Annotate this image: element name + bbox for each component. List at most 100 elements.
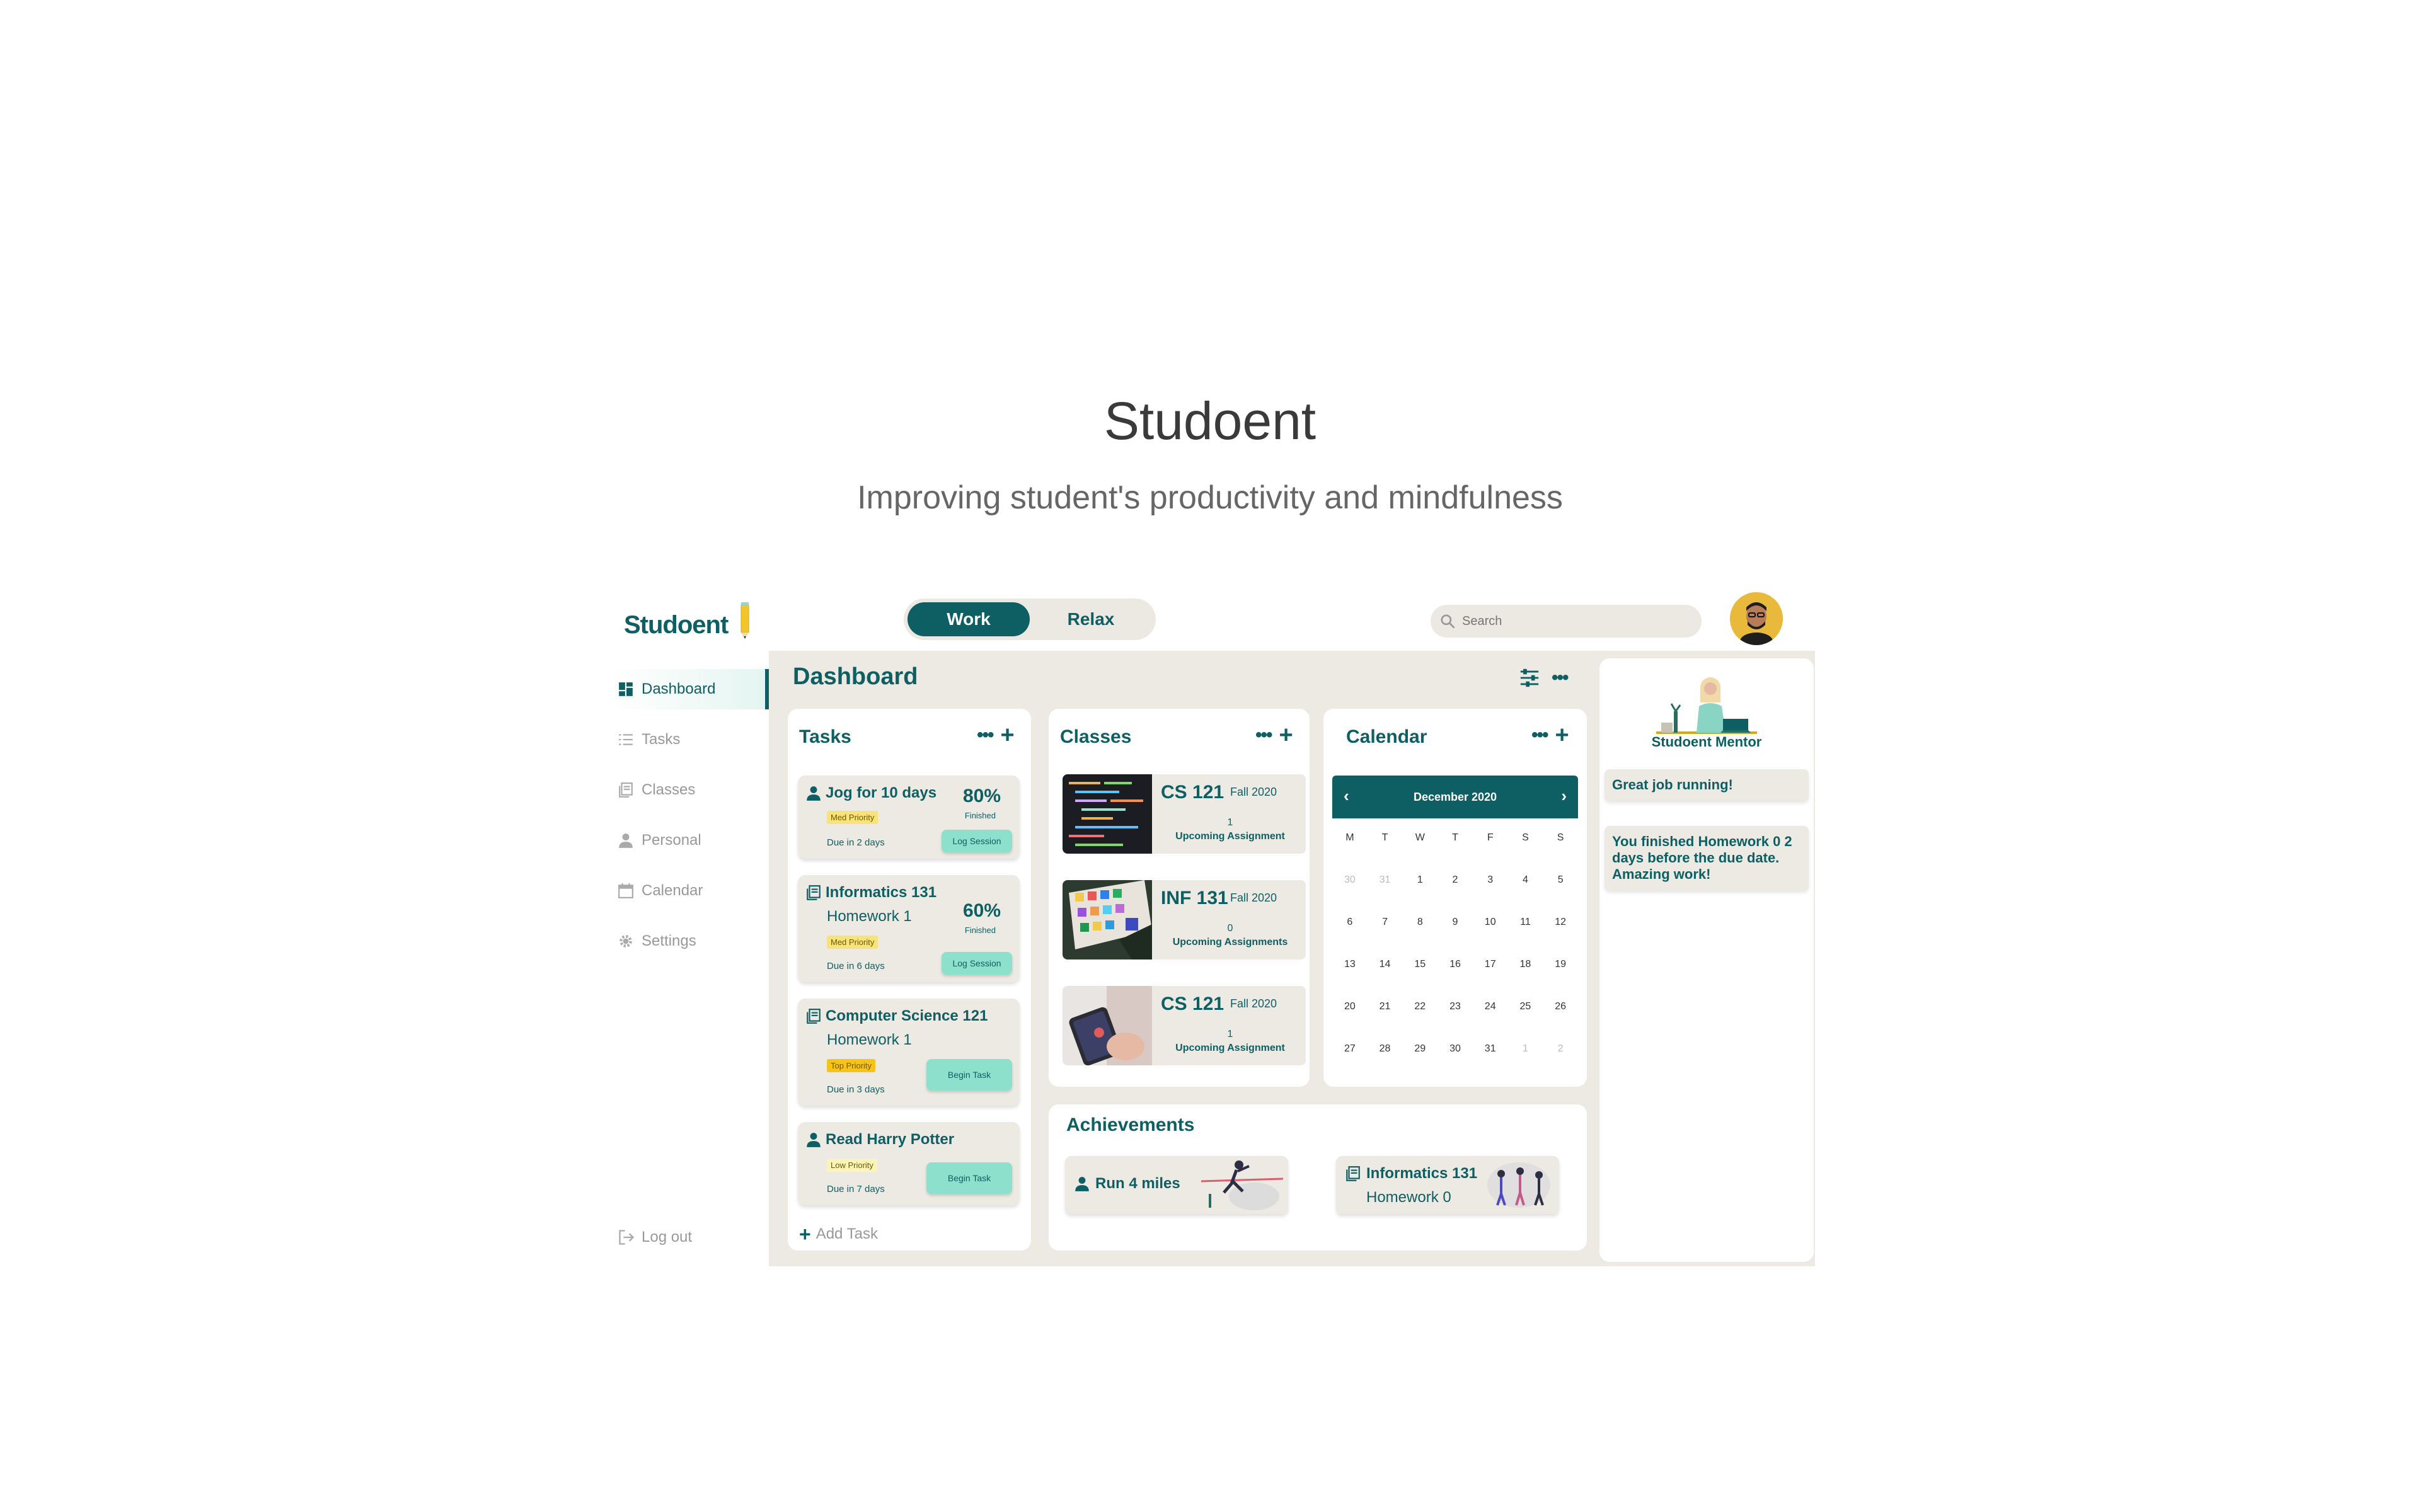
calendar-day[interactable]: 15 [1402,949,1438,991]
relax-mode-button[interactable]: Relax [1030,602,1152,636]
calendar-day[interactable]: 25 [1508,991,1543,1033]
search-input[interactable] [1461,613,1690,629]
next-month-icon[interactable]: › [1561,776,1567,816]
calendar-day[interactable]: 18 [1508,949,1543,991]
log-session-button[interactable]: Log Session [942,952,1012,975]
calendar-weekday: T [1452,832,1458,843]
achievement-card[interactable]: Run 4 miles [1065,1156,1288,1214]
priority-badge: Low Priority [827,1159,877,1172]
calendar-day[interactable]: 12 [1543,907,1578,949]
person-icon [807,786,821,801]
calendar-day[interactable]: 1 [1402,864,1438,907]
calendar-day[interactable]: 10 [1473,907,1508,949]
calendar-header: ‹ December 2020 › [1332,776,1578,818]
search-bar[interactable] [1431,605,1702,638]
more-options-icon[interactable]: ••• [1552,668,1569,687]
progress-percent: 60% [962,900,1001,921]
calendar-day[interactable]: 28 [1368,1033,1403,1075]
tasks-add-icon[interactable]: + [1001,723,1015,747]
tasks-more-icon[interactable]: ••• [977,726,994,745]
task-card[interactable]: Jog for 10 days Med Priority Due in 2 da… [798,776,1020,859]
calendar-day[interactable]: 19 [1543,949,1578,991]
due-text: Due in 3 days [827,1084,885,1095]
calendar-day[interactable]: 8 [1402,907,1438,949]
add-task-label: Add Task [815,1225,878,1242]
calendar-day[interactable]: 23 [1438,991,1473,1033]
class-term: Fall 2020 [1230,891,1277,904]
avatar-image [1730,592,1783,645]
calendar-day[interactable]: 16 [1438,949,1473,991]
person-icon [1075,1177,1089,1191]
achievement-card[interactable]: Informatics 131 Homework 0 [1336,1156,1559,1214]
calendar-day[interactable]: 29 [1402,1033,1438,1075]
avatar[interactable] [1730,592,1783,645]
mode-toggle[interactable]: Work Relax [904,598,1156,640]
calendar-day[interactable]: 30 [1438,1033,1473,1075]
task-card[interactable]: Read Harry Potter Low Priority Due in 7 … [798,1122,1020,1205]
calendar-day[interactable]: 31 [1473,1033,1508,1075]
calendar-add-icon[interactable]: + [1555,723,1569,747]
calendar-day[interactable]: 11 [1508,907,1543,949]
calendar-day[interactable]: 14 [1368,949,1403,991]
design-swatches-image [1063,880,1152,959]
calendar-weekday: M [1345,832,1354,843]
calendar-day[interactable]: 24 [1473,991,1508,1033]
sidebar-item-tasks[interactable]: Tasks [611,719,769,760]
task-title-text: Read Harry Potter [826,1131,955,1148]
sidebar-item-personal[interactable]: Personal [611,820,769,861]
calendar-day[interactable]: 6 [1332,907,1368,949]
calendar-day[interactable]: 31 [1368,864,1403,907]
class-card[interactable]: CS 121 Fall 2020 1 Upcoming Assignment [1063,986,1306,1065]
add-task-button[interactable]: + Add Task [799,1224,878,1244]
prev-month-icon[interactable]: ‹ [1344,776,1349,816]
calendar-day[interactable]: 9 [1438,907,1473,949]
calendar-day[interactable]: 7 [1368,907,1403,949]
calendar-day[interactable]: 30 [1332,864,1368,907]
begin-task-button[interactable]: Begin Task [926,1162,1012,1194]
classes-add-icon[interactable]: + [1279,723,1293,747]
classes-card: Classes ••• + CS 121 Fall 2020 1 Upcomin… [1049,709,1310,1087]
calendar-day[interactable]: 22 [1402,991,1438,1033]
sidebar-item-calendar[interactable]: Calendar [611,871,769,911]
calendar-day[interactable]: 13 [1332,949,1368,991]
sidebar-item-label: Dashboard [642,680,716,697]
classes-more-icon[interactable]: ••• [1255,726,1272,745]
class-card[interactable]: CS 121 Fall 2020 1 Upcoming Assignment [1063,774,1306,854]
sidebar-item-settings[interactable]: Settings [611,921,769,961]
calendar-day[interactable]: 4 [1508,864,1543,907]
calendar-day[interactable]: 3 [1473,864,1508,907]
calendar-day[interactable]: 26 [1543,991,1578,1033]
achievement-title: Run 4 miles [1074,1175,1180,1193]
tasks-card: Tasks ••• + Jog for 10 days Med Priority… [788,709,1031,1251]
search-icon [1441,614,1455,629]
calendar-day[interactable]: 2 [1543,1033,1578,1075]
calendar-grid: M T W T F S S 30 31 1 2 3 4 5 6 7 8 9 10 11 12 13 14 15 16 17 18 19… [1332,822,1578,1075]
begin-task-button[interactable]: Begin Task [926,1059,1012,1091]
calendar-tools: ••• + [1531,723,1569,747]
calendar-day[interactable]: 1 [1508,1033,1543,1075]
calendar-day[interactable]: 17 [1473,949,1508,991]
app-logo[interactable]: Studoent [624,611,729,639]
sidebar-item-dashboard[interactable]: Dashboard [611,669,769,709]
sidebar-item-classes[interactable]: Classes [611,770,769,810]
class-card[interactable]: INF 131 Fall 2020 0 Upcoming Assignments [1063,880,1306,959]
logout-button[interactable]: Log out [618,1228,692,1246]
hero-title: Studoent [1103,391,1317,450]
task-card[interactable]: Informatics 131 Homework 1 Med Priority … [798,875,1020,982]
calendar-day[interactable]: 27 [1332,1033,1368,1075]
sidebar-item-label: Settings [642,932,696,949]
calendar-day[interactable]: 20 [1332,991,1368,1033]
sidebar-item-label: Tasks [642,731,681,748]
calendar-day[interactable]: 2 [1438,864,1473,907]
calendar-more-icon[interactable]: ••• [1531,726,1548,745]
task-title-text: Jog for 10 days [826,784,937,801]
task-card[interactable]: Computer Science 121 Homework 1 Top Prio… [798,999,1020,1106]
calendar-day[interactable]: 21 [1368,991,1403,1033]
logout-label: Log out [642,1228,693,1246]
assignment-count: 1 [1227,817,1233,828]
log-session-button[interactable]: Log Session [942,830,1012,852]
calendar-day[interactable]: 5 [1543,864,1578,907]
work-mode-button[interactable]: Work [908,602,1030,636]
task-title: Computer Science 121 [805,1007,988,1025]
filter-sliders-icon[interactable] [1519,667,1540,689]
